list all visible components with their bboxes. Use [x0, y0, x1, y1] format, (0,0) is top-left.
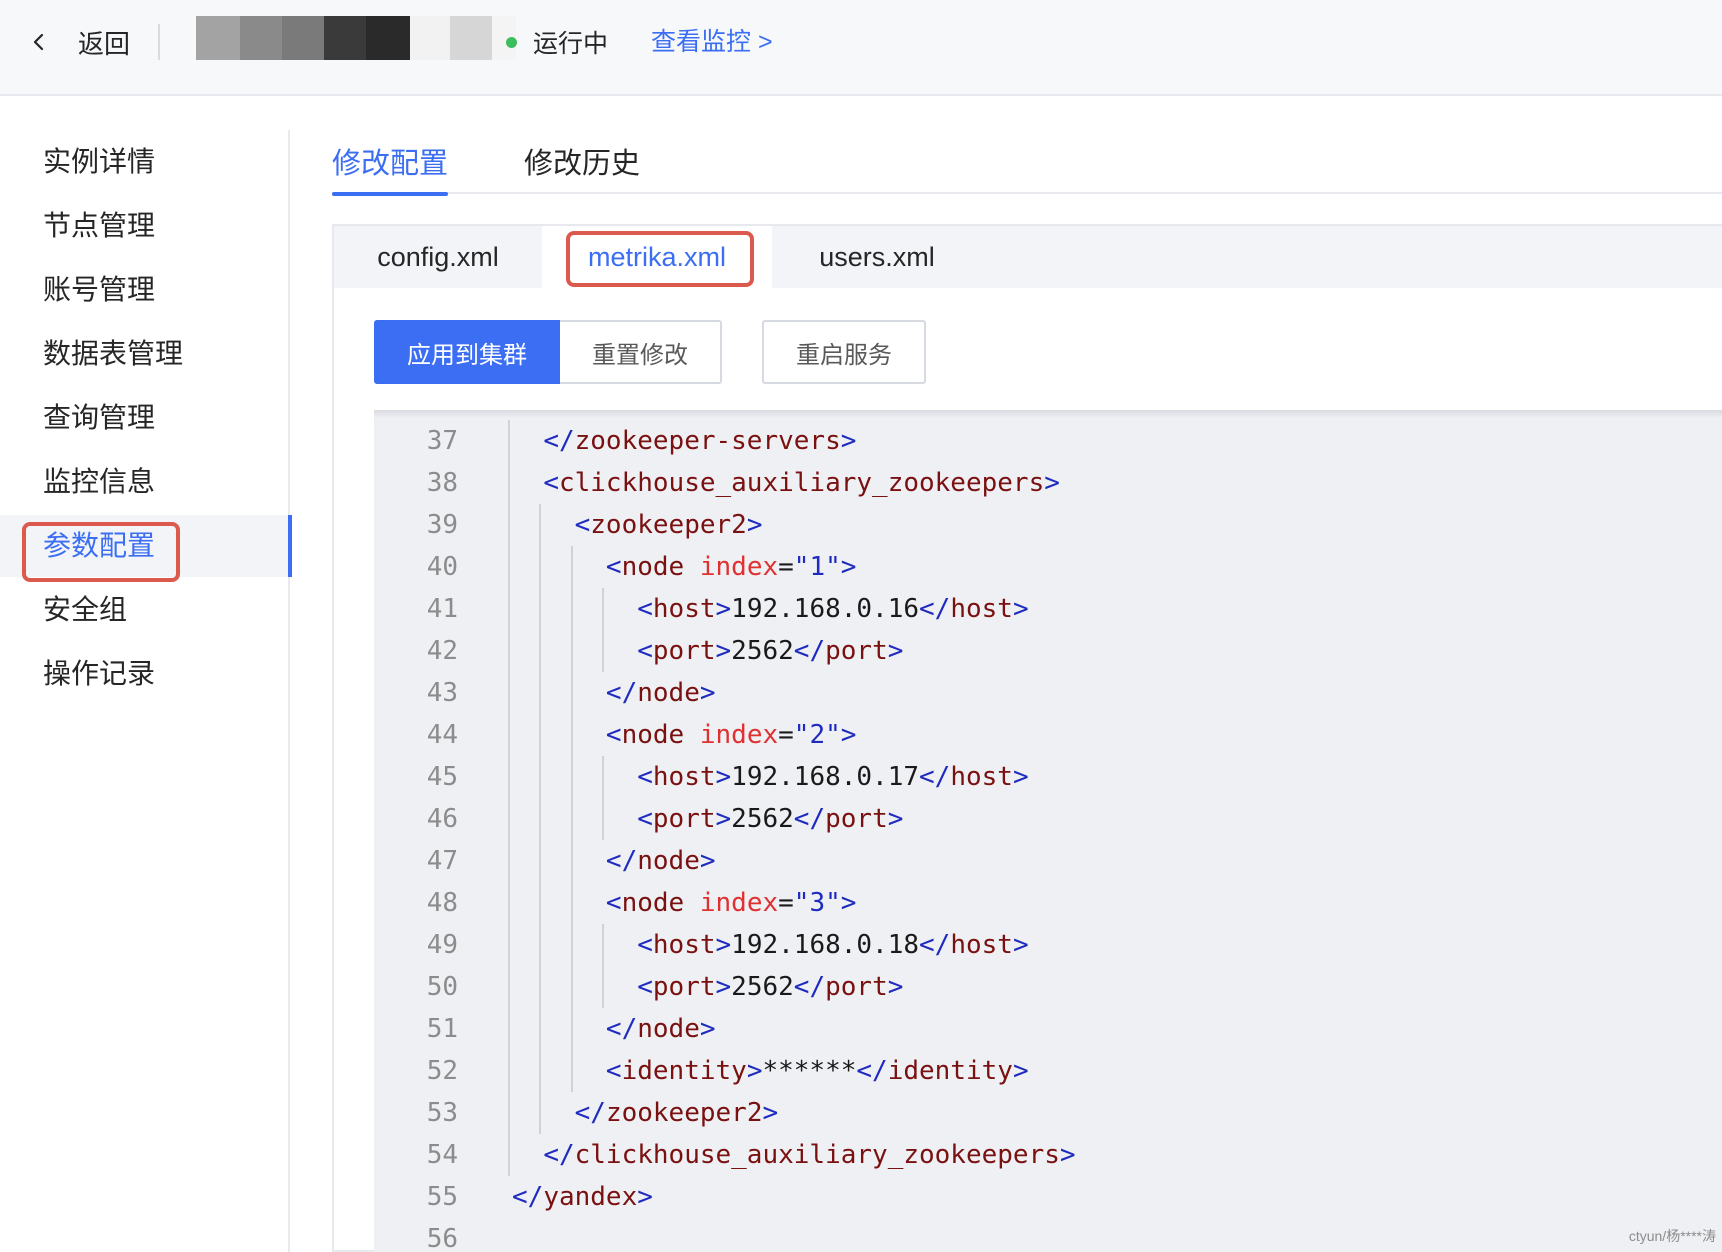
code-line: 44 <node index="2">: [374, 714, 1722, 756]
code-line: 45 <host>192.168.0.17</host>: [374, 756, 1722, 798]
line-number: 40: [426, 552, 458, 582]
code-line: 54 </clickhouse_auxiliary_zookeepers>: [374, 1134, 1722, 1176]
tab-users-xml[interactable]: users.xml: [772, 226, 982, 288]
line-number: 51: [426, 1014, 458, 1044]
line-number: 42: [426, 636, 458, 666]
sidebar-item-node-management[interactable]: 节点管理: [0, 195, 290, 257]
code-line: 49 <host>192.168.0.18</host>: [374, 924, 1722, 966]
tab-config-xml[interactable]: config.xml: [334, 226, 542, 288]
code-text: </zookeeper-servers>: [543, 426, 857, 456]
back-label: 返回: [78, 28, 131, 59]
top-header: 返回 运行中 查看监控 >: [0, 0, 1722, 96]
code-text: <node index="3">: [605, 888, 857, 918]
tab-modify-history[interactable]: 修改历史: [524, 140, 640, 192]
sidebar-item-operation-log[interactable]: 操作记录: [0, 643, 290, 705]
line-number: 52: [426, 1056, 458, 1086]
line-number: 41: [426, 594, 458, 624]
sidebar-item-instance-details[interactable]: 实例详情: [0, 131, 290, 193]
code-line: 37 </zookeeper-servers>: [374, 420, 1722, 462]
line-number: 55: [426, 1182, 458, 1212]
header-divider: [158, 24, 160, 60]
code-text: </node>: [605, 1014, 716, 1044]
code-line: 41 <host>192.168.0.16</host>: [374, 588, 1722, 630]
line-number: 56: [426, 1224, 458, 1252]
line-number: 38: [426, 468, 458, 498]
sidebar-item-account-management[interactable]: 账号管理: [0, 259, 290, 321]
code-line: 52 <identity>******</identity>: [374, 1050, 1722, 1092]
code-text: <node index="2">: [605, 720, 857, 750]
instance-name-redacted: [196, 16, 516, 60]
indent-guide: [539, 504, 542, 1134]
code-text: <host>192.168.0.18</host>: [637, 930, 1029, 960]
sidebar-nav: 实例详情 节点管理 账号管理 数据表管理 查询管理 监控信息 参数配置 安全组 …: [0, 130, 292, 1252]
indent-guide: [601, 588, 604, 672]
code-line: 39 <zookeeper2>: [374, 504, 1722, 546]
restart-service-button[interactable]: 重启服务: [762, 320, 926, 384]
view-monitor-link[interactable]: 查看监控 >: [651, 22, 773, 62]
sidebar-item-security-group[interactable]: 安全组: [0, 579, 290, 641]
line-number: 39: [426, 510, 458, 540]
code-line: 43 </node>: [374, 672, 1722, 714]
line-number: 45: [426, 762, 458, 792]
code-text: </node>: [605, 846, 716, 876]
editor-scroll-shadow: [374, 410, 1722, 418]
code-line: 47 </node>: [374, 840, 1722, 882]
sidebar-item-query-management[interactable]: 查询管理: [0, 387, 290, 449]
code-text: </yandex>: [512, 1182, 653, 1212]
watermark: ctyun/杨****涛: [1628, 1228, 1716, 1244]
sidebar-item-parameter-config[interactable]: 参数配置: [0, 515, 292, 577]
config-panel: config.xml metrika.xml users.xml 应用到集群 重…: [332, 224, 1722, 1252]
line-number: 43: [426, 678, 458, 708]
code-line: 40 <node index="1">: [374, 546, 1722, 588]
indent-guide: [601, 756, 604, 840]
tab-modify-config[interactable]: 修改配置: [332, 140, 449, 196]
apply-to-cluster-button[interactable]: 应用到集群: [374, 320, 560, 384]
sidebar-item-table-management[interactable]: 数据表管理: [0, 323, 290, 385]
tab-metrika-xml[interactable]: metrika.xml: [542, 226, 772, 288]
chevron-left-icon: [33, 33, 44, 51]
code-text: <zookeeper2>: [574, 510, 763, 540]
code-line: 50 <port>2562</port>: [374, 966, 1722, 1008]
code-line: 46 <port>2562</port>: [374, 798, 1722, 840]
file-tabs: config.xml metrika.xml users.xml: [334, 226, 1722, 288]
line-number: 48: [426, 888, 458, 918]
sidebar-item-monitoring-info[interactable]: 监控信息: [0, 451, 290, 513]
code-line: 48 <node index="3">: [374, 882, 1722, 924]
code-line: 53 </zookeeper2>: [374, 1092, 1722, 1134]
line-number: 44: [426, 720, 458, 750]
code-editor[interactable]: 37 </zookeeper-servers> 38 <clickhouse_au…: [374, 410, 1722, 1252]
code-text: <node index="1">: [605, 552, 857, 582]
line-number: 53: [426, 1098, 458, 1128]
code-line: 42 <port>2562</port>: [374, 630, 1722, 672]
line-number: 37: [426, 426, 458, 456]
status-dot-icon: [506, 36, 517, 48]
code-line: 38 <clickhouse_auxiliary_zookeepers>: [374, 462, 1722, 504]
line-number: 54: [426, 1140, 458, 1170]
indent-guide: [508, 420, 510, 1176]
reset-changes-button[interactable]: 重置修改: [560, 320, 722, 384]
line-number: 47: [426, 846, 458, 876]
code-text: <identity>******</identity>: [605, 1056, 1029, 1086]
code-text: <clickhouse_auxiliary_zookeepers>: [543, 468, 1060, 498]
code-text: <host>192.168.0.17</host>: [637, 762, 1029, 792]
line-number: 46: [426, 804, 458, 834]
code-text: </zookeeper2>: [574, 1098, 779, 1128]
code-text: </node>: [605, 678, 716, 708]
back-button[interactable]: 返回: [28, 22, 130, 62]
instance-status: 运行中: [506, 22, 608, 62]
config-tabs: 修改配置 修改历史: [332, 130, 1722, 196]
code-line: 51 </node>: [374, 1008, 1722, 1050]
status-text: 运行中: [533, 30, 609, 58]
code-text: </clickhouse_auxiliary_zookeepers>: [543, 1140, 1076, 1170]
code-line: 56: [374, 1218, 1722, 1252]
line-number: 50: [426, 972, 458, 1002]
code-line: 55 </yandex>: [374, 1176, 1722, 1218]
line-number: 49: [426, 930, 458, 960]
indent-guide: [570, 546, 573, 1092]
code-text: <host>192.168.0.16</host>: [637, 594, 1029, 624]
indent-guide: [601, 924, 604, 1008]
